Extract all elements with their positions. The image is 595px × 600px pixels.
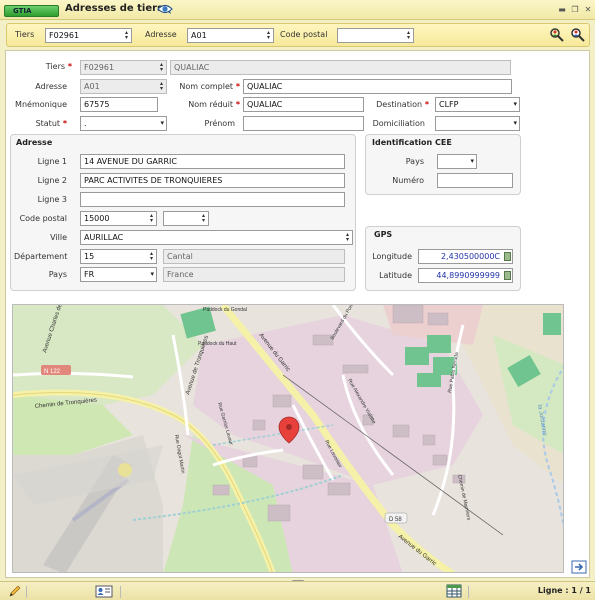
cee-group-title: Identification CEE	[372, 138, 452, 147]
search-cp-input[interactable]: ▴ ▾	[337, 28, 414, 43]
map-place-label: Paddock du Haut	[198, 341, 237, 347]
prenom-input[interactable]	[243, 116, 364, 131]
domiciliation-chevron-down-icon[interactable]: ▾	[513, 117, 517, 130]
longitude-label: Longitude	[372, 252, 412, 261]
map-road-label: N 122	[44, 369, 61, 375]
search-toolbar: Tiers F02961 ▴ ▾ Adresse A01 ▴ ▾ Code postal…	[6, 23, 590, 47]
adresse-pays-select[interactable]: FR ▾	[80, 267, 157, 282]
minimize-button[interactable]: ▬	[557, 5, 567, 14]
departement-code-input[interactable]: 15 ▴ ▾	[80, 249, 157, 264]
mnemonique-label: Mnémonique	[15, 100, 67, 109]
ville-label: Ville	[50, 233, 67, 242]
window-title: Adresses de tiers	[65, 3, 164, 14]
form-tiers-stepper-icon[interactable]: ▴ ▾	[158, 62, 165, 73]
statut-chevron-down-icon[interactable]: ▾	[160, 117, 164, 130]
title-bar: GTIA Adresses de tiers ▬ ❐ ✕	[0, 0, 595, 20]
domiciliation-label: Domiciliation	[372, 119, 425, 128]
adresse-cp-label: Code postal	[19, 214, 67, 223]
search-person-icon[interactable]	[549, 27, 565, 43]
statut-select[interactable]: . ▾	[80, 116, 167, 131]
edit-pencil-icon[interactable]	[8, 585, 22, 598]
nom-reduit-label: Nom réduit	[178, 100, 240, 109]
mnemonique-input[interactable]: 67575	[80, 97, 158, 112]
table-grid-icon[interactable]	[446, 584, 462, 598]
adresse-cp-input[interactable]: 15000 ▴ ▾	[80, 211, 157, 226]
adresse-cp-extra-input[interactable]: ▴ ▾	[163, 211, 209, 226]
map-place-label: Paddock du Gondal	[203, 307, 247, 313]
cee-pays-select[interactable]: ▾	[437, 154, 477, 169]
maximize-button[interactable]: ❐	[570, 5, 580, 14]
adresse-pays-chevron-down-icon[interactable]: ▾	[150, 268, 154, 281]
location-map[interactable]: Avenue Charles de Gaulle N 122 Chemin de…	[12, 304, 564, 573]
latitude-input[interactable]: 44,8990999999	[418, 268, 513, 283]
cee-numero-input[interactable]	[437, 173, 513, 188]
destination-select[interactable]: CLFP ▾	[435, 97, 520, 112]
ligne2-label: Ligne 2	[37, 176, 67, 185]
prenom-label: Prénom	[204, 119, 235, 128]
status-bar: Ligne : 1 / 1	[0, 581, 595, 600]
search-tiers-input[interactable]: F02961 ▴ ▾	[45, 28, 132, 43]
map-canvas[interactable]: Avenue Charles de Gaulle N 122 Chemin de…	[13, 305, 564, 573]
search-adresse-label: Adresse	[145, 30, 177, 39]
ville-stepper-icon[interactable]: ▴ ▾	[344, 232, 351, 243]
status-separator	[26, 586, 27, 598]
ligne3-label: Ligne 3	[37, 195, 67, 204]
ligne2-input[interactable]: PARC ACTIVITES DE TRONQUIERES	[80, 173, 345, 188]
gps-group-title: GPS	[374, 230, 393, 239]
form-adresse-label: Adresse	[35, 82, 67, 91]
form-adresse-stepper-icon[interactable]: ▴ ▾	[158, 81, 165, 92]
cee-pays-chevron-down-icon[interactable]: ▾	[470, 155, 474, 168]
destination-chevron-down-icon[interactable]: ▾	[513, 98, 517, 111]
app-badge: GTIA	[4, 5, 59, 17]
longitude-input[interactable]: 2,430500000C	[418, 249, 513, 264]
status-separator	[468, 586, 469, 598]
ligne1-label: Ligne 1	[37, 157, 67, 166]
nom-complet-input[interactable]: QUALIAC	[243, 79, 512, 94]
cee-pays-label: Pays	[405, 157, 424, 166]
departement-label: Département	[14, 252, 68, 261]
cee-numero-label: Numéro	[392, 176, 424, 185]
close-button[interactable]: ✕	[583, 5, 593, 14]
ligne3-input[interactable]	[80, 192, 345, 207]
statut-label: Statut	[20, 119, 67, 128]
cp-stepper-icon[interactable]: ▴ ▾	[405, 30, 412, 41]
longitude-calculator-icon[interactable]	[504, 252, 511, 261]
tiers-stepper-icon[interactable]: ▴ ▾	[123, 30, 130, 41]
adresse-stepper-icon[interactable]: ▴ ▾	[265, 30, 272, 41]
departement-stepper-icon[interactable]: ▴ ▾	[148, 251, 155, 262]
adresse-pays-name-field: France	[163, 267, 345, 282]
departement-name-field: Cantal	[163, 249, 345, 264]
adresse-group-title: Adresse	[16, 138, 53, 147]
adresse-pays-label: Pays	[48, 270, 67, 279]
latitude-label: Latitude	[379, 271, 412, 280]
form-tiers-code-field[interactable]: F02961 ▴ ▾	[80, 60, 167, 75]
nom-complet-label: Nom complet	[178, 82, 240, 91]
view-eye-icon[interactable]	[157, 3, 173, 15]
nom-reduit-input[interactable]: QUALIAC	[243, 97, 364, 112]
search-adresse-input[interactable]: A01 ▴ ▾	[187, 28, 274, 43]
search-advanced-icon[interactable]	[570, 27, 586, 43]
cp-extra-stepper-icon[interactable]: ▴ ▾	[200, 213, 207, 224]
row-counter: Ligne : 1 / 1	[537, 586, 591, 595]
contact-card-icon[interactable]	[95, 585, 113, 598]
adresse-cp-stepper-icon[interactable]: ▴ ▾	[148, 213, 155, 224]
map-road-label: D 58	[389, 517, 402, 523]
search-tiers-label: Tiers	[15, 30, 35, 39]
search-cp-label: Code postal	[280, 30, 328, 39]
export-arrow-icon[interactable]	[571, 560, 587, 574]
form-tiers-name-field: QUALIAC	[170, 60, 511, 75]
domiciliation-select[interactable]: ▾	[435, 116, 520, 131]
ville-input[interactable]: AURILLAC ▴ ▾	[80, 230, 353, 245]
status-separator	[120, 586, 121, 598]
ligne1-input[interactable]: 14 AVENUE DU GARRIC	[80, 154, 345, 169]
destination-label: Destination	[372, 100, 429, 109]
latitude-calculator-icon[interactable]	[504, 271, 511, 280]
form-tiers-label: Tiers	[40, 62, 72, 71]
form-adresse-field[interactable]: A01 ▴ ▾	[80, 79, 167, 94]
